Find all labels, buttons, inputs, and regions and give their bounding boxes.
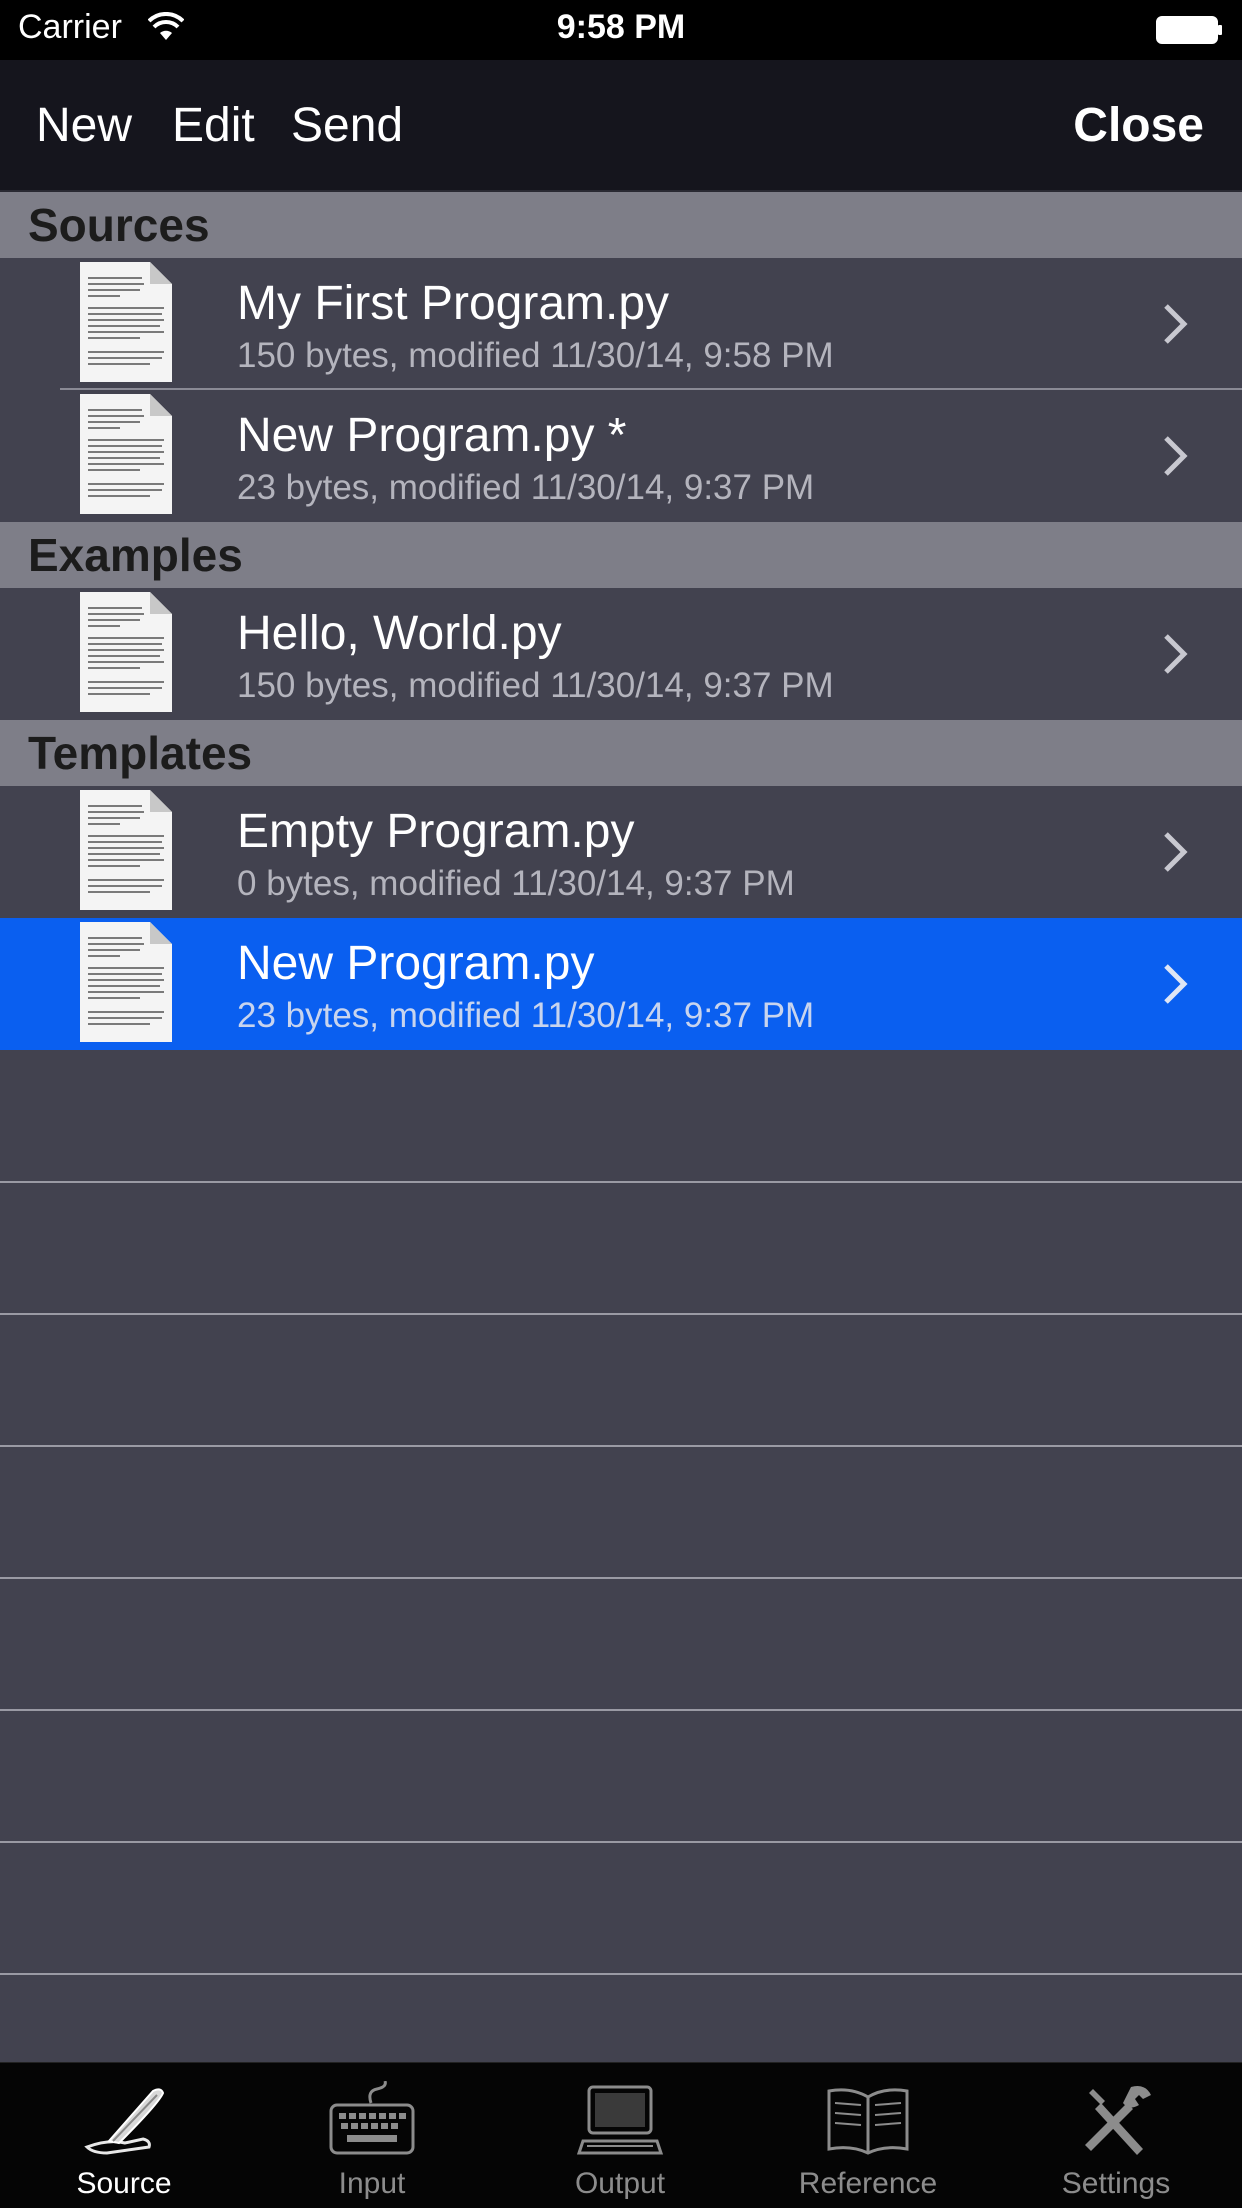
tab-label: Output bbox=[574, 2167, 666, 2200]
file-meta: 0 bytes, modified 11/30/14, 9:37 PM bbox=[237, 864, 795, 903]
nav-bar: New Edit Send Close bbox=[0, 60, 1242, 192]
close-button[interactable]: Close bbox=[1073, 98, 1204, 154]
file-name: Empty Program.py bbox=[237, 805, 635, 858]
file-meta: 150 bytes, modified 11/30/14, 9:58 PM bbox=[237, 336, 834, 375]
keyboard-icon bbox=[329, 2081, 415, 2155]
tab-reference[interactable]: Reference bbox=[744, 2063, 992, 2208]
tab-label: Source bbox=[76, 2167, 172, 2200]
status-time: 9:58 PM bbox=[556, 8, 686, 46]
tools-icon bbox=[1085, 2086, 1151, 2155]
book-icon bbox=[827, 2088, 909, 2155]
section-header-sources: Sources bbox=[0, 192, 1242, 258]
file-name: New Program.py * bbox=[237, 409, 627, 462]
tab-bar: Source Input Output Reference Settings bbox=[0, 2062, 1242, 2208]
status-bar: Carrier 9:58 PM bbox=[0, 0, 1242, 60]
tab-input[interactable]: Input bbox=[248, 2063, 496, 2208]
document-icon bbox=[80, 262, 172, 382]
chevron-right-icon bbox=[1164, 964, 1188, 1004]
document-icon bbox=[80, 790, 172, 910]
list-item[interactable]: New Program.py * 23 bytes, modified 11/3… bbox=[0, 390, 1242, 522]
table-separator bbox=[0, 1709, 1242, 1711]
tab-label: Reference bbox=[798, 2167, 938, 2200]
section-header-examples: Examples bbox=[0, 522, 1242, 588]
file-meta: 23 bytes, modified 11/30/14, 9:37 PM bbox=[237, 468, 815, 507]
tab-output[interactable]: Output bbox=[496, 2063, 744, 2208]
document-icon bbox=[80, 592, 172, 712]
chevron-right-icon bbox=[1164, 832, 1188, 872]
table-separator bbox=[0, 1577, 1242, 1579]
document-icon bbox=[80, 922, 172, 1042]
list-item-selected[interactable]: New Program.py 23 bytes, modified 11/30/… bbox=[0, 918, 1242, 1050]
tab-source[interactable]: Source bbox=[0, 2063, 248, 2208]
tab-label: Settings bbox=[1061, 2167, 1171, 2200]
battery-icon bbox=[1156, 16, 1222, 44]
table-separator bbox=[0, 1313, 1242, 1315]
table-separator bbox=[0, 1445, 1242, 1447]
tab-settings[interactable]: Settings bbox=[992, 2063, 1240, 2208]
file-meta: 150 bytes, modified 11/30/14, 9:37 PM bbox=[237, 666, 834, 705]
send-button[interactable]: Send bbox=[291, 98, 403, 154]
table-separator bbox=[0, 1841, 1242, 1843]
section-header-templates: Templates bbox=[0, 720, 1242, 786]
list-item[interactable]: Empty Program.py 0 bytes, modified 11/30… bbox=[0, 786, 1242, 918]
new-button[interactable]: New bbox=[36, 98, 132, 154]
file-name: Hello, World.py bbox=[237, 607, 562, 660]
table-separator bbox=[0, 1973, 1242, 1975]
tab-label: Input bbox=[338, 2167, 406, 2200]
file-meta: 23 bytes, modified 11/30/14, 9:37 PM bbox=[237, 996, 815, 1035]
file-name: My First Program.py bbox=[237, 277, 670, 330]
file-name: New Program.py bbox=[237, 937, 595, 990]
chevron-right-icon bbox=[1164, 304, 1188, 344]
chevron-right-icon bbox=[1164, 634, 1188, 674]
quill-pen-icon bbox=[84, 2088, 165, 2155]
chevron-right-icon bbox=[1164, 436, 1188, 476]
table-separator bbox=[0, 1181, 1242, 1183]
list-item[interactable]: My First Program.py 150 bytes, modified … bbox=[0, 258, 1242, 390]
list-item[interactable]: Hello, World.py 150 bytes, modified 11/3… bbox=[0, 588, 1242, 720]
edit-button[interactable]: Edit bbox=[172, 98, 255, 154]
computer-monitor-icon bbox=[576, 2085, 664, 2155]
document-icon bbox=[80, 394, 172, 514]
